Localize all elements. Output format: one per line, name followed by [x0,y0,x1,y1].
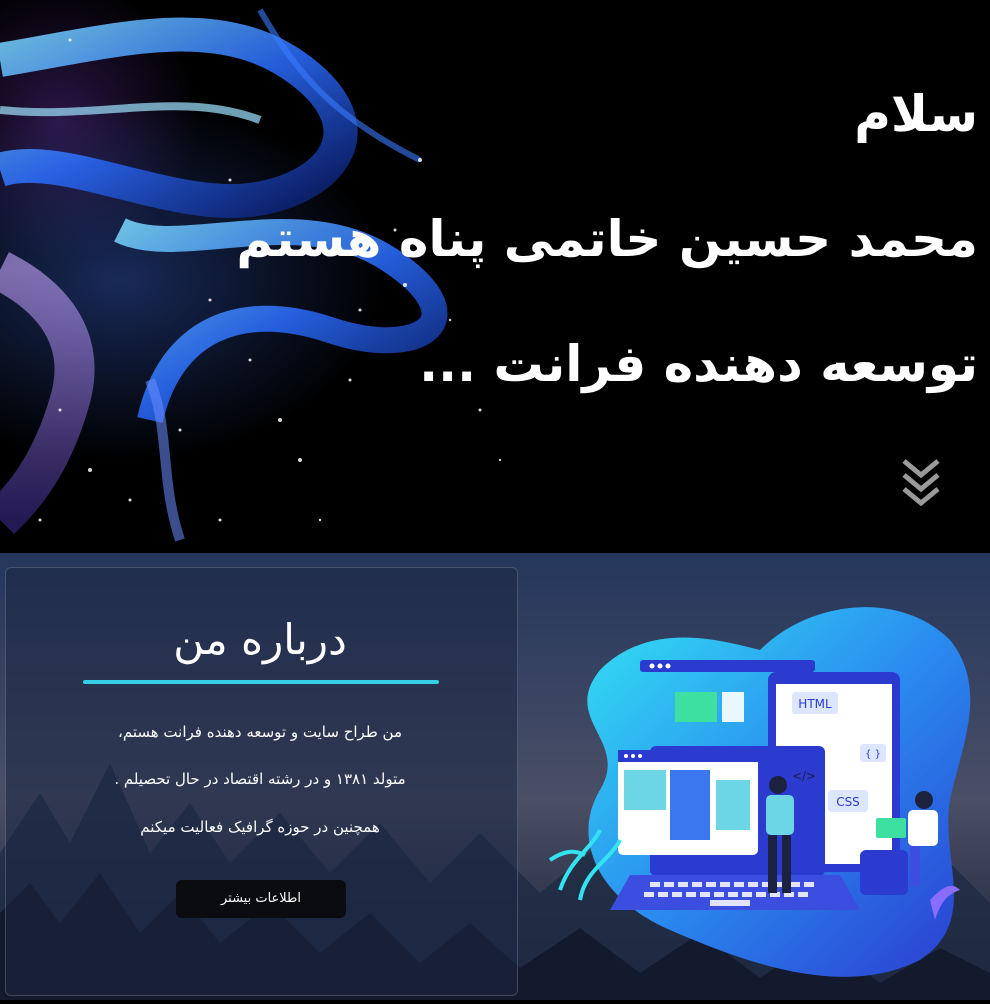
css-tag-label: CSS [836,795,860,809]
more-info-button[interactable]: اطلاعات بیشتر [176,880,346,918]
web-developer-illustration: HTML { } CSS </> [540,600,990,1000]
about-text-line: من طراح سایت و توسعه دهنده فرانت هستم، [118,723,402,741]
double-chevron-down-icon [902,459,940,507]
about-title: درباره من [173,615,347,664]
about-text-line: همچنین در حوزه گرافیک فعالیت میکنم [140,818,380,836]
braces-tag-label: { } [865,749,881,760]
hero-greeting: سلام [854,85,978,143]
hero-section: سلام محمد حسین خاتمی پناه هستم توسعه دهن… [0,0,990,553]
html-tag-label: HTML [798,697,832,711]
hero-role: توسعه دهنده فرانت ... [419,335,978,393]
hero-name: محمد حسین خاتمی پناه هستم [236,210,978,268]
about-text-line: متولد ۱۳۸۱ و در رشته اقتصاد در حال تحصیل… [114,770,406,788]
hero-background-ribbons [0,8,502,542]
title-underline [83,680,439,684]
scroll-down-button[interactable] [898,455,944,511]
code-tag-label: </> [792,769,816,783]
